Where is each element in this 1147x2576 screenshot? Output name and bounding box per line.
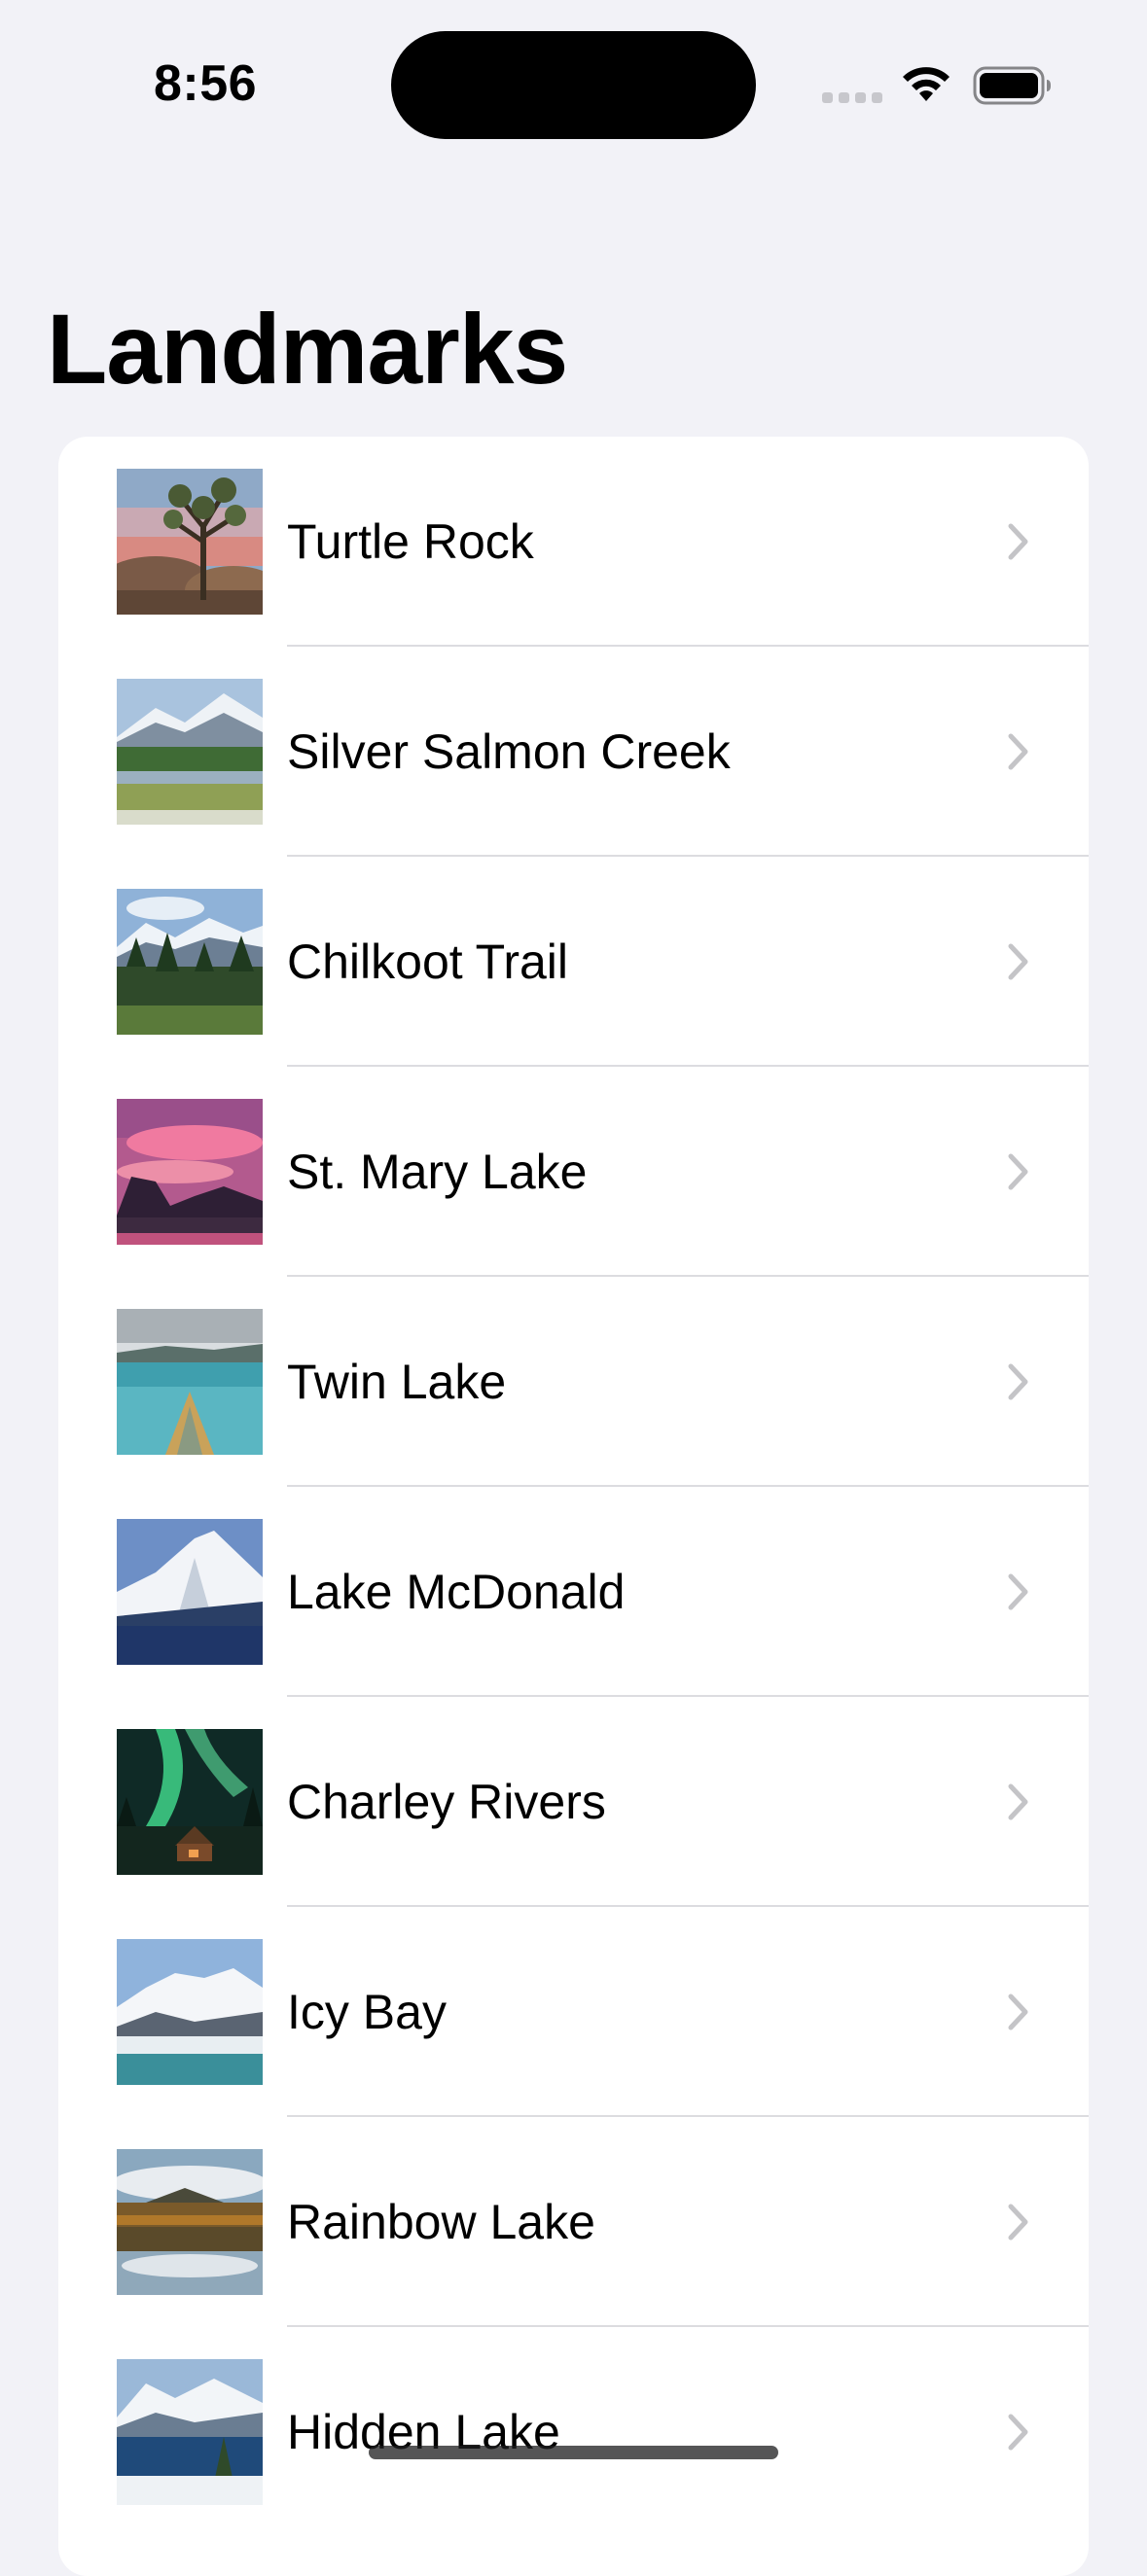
- landmark-name: Icy Bay: [287, 1985, 447, 2039]
- chevron-right-icon: [1008, 1153, 1028, 1190]
- mountain-forest-photo: [117, 889, 263, 1035]
- glacier-bay-photo: [117, 1939, 263, 2085]
- aurora-cabin-photo: [117, 1729, 263, 1875]
- landmark-name: Twin Lake: [287, 1355, 507, 1409]
- cellular-signal-icon: [822, 92, 882, 103]
- landmark-row-turtle-rock[interactable]: Turtle Rock: [58, 437, 1089, 647]
- landmark-row-silver-salmon-creek[interactable]: Silver Salmon Creek: [58, 647, 1089, 857]
- chevron-right-icon: [1008, 1994, 1028, 2030]
- chevron-right-icon: [1008, 943, 1028, 980]
- chevron-right-icon: [1008, 523, 1028, 560]
- chevron-right-icon: [1008, 1783, 1028, 1820]
- landmark-name: Turtle Rock: [287, 514, 534, 569]
- home-indicator[interactable]: [369, 2446, 778, 2459]
- chevron-right-icon: [1008, 2204, 1028, 2241]
- pink-sunset-lake-photo: [117, 1099, 263, 1245]
- chevron-right-icon: [1008, 1573, 1028, 1610]
- dynamic-island: [391, 31, 756, 139]
- landmark-name: Charley Rivers: [287, 1775, 606, 1829]
- landmark-name: Hidden Lake: [287, 2405, 560, 2459]
- landmark-list: Turtle Rock Silver Salmon Creek Chilkoot…: [58, 437, 1089, 2576]
- landmark-name: Lake McDonald: [287, 1565, 626, 1619]
- landmark-row-rainbow-lake[interactable]: Rainbow Lake: [58, 2117, 1089, 2327]
- landmark-row-charley-rivers[interactable]: Charley Rivers: [58, 1697, 1089, 1907]
- landmark-name: Silver Salmon Creek: [287, 724, 731, 779]
- landmark-row-chilkoot-trail[interactable]: Chilkoot Trail: [58, 857, 1089, 1067]
- landmark-row-twin-lake[interactable]: Twin Lake: [58, 1277, 1089, 1487]
- landmark-row-icy-bay[interactable]: Icy Bay: [58, 1907, 1089, 2117]
- landmark-name: Chilkoot Trail: [287, 935, 568, 989]
- chevron-right-icon: [1008, 2414, 1028, 2451]
- snowy-lake-tree-photo: [117, 2359, 263, 2505]
- forest-reflection-lake-photo: [117, 2149, 263, 2295]
- joshua-tree-desert-photo: [117, 469, 263, 615]
- kayak-lake-photo: [117, 1309, 263, 1455]
- landmark-name: St. Mary Lake: [287, 1145, 588, 1199]
- snow-peak-lake-photo: [117, 1519, 263, 1665]
- page-title: Landmarks: [47, 294, 568, 405]
- landmark-row-hidden-lake[interactable]: Hidden Lake: [58, 2327, 1089, 2537]
- battery-icon: [973, 66, 1051, 105]
- landmark-row-lake-mcdonald[interactable]: Lake McDonald: [58, 1487, 1089, 1697]
- wifi-icon: [903, 67, 950, 101]
- landmark-row-st-mary-lake[interactable]: St. Mary Lake: [58, 1067, 1089, 1277]
- status-time: 8:56: [154, 55, 258, 112]
- chevron-right-icon: [1008, 733, 1028, 770]
- snowy-mountain-meadow-photo: [117, 679, 263, 825]
- landmark-name: Rainbow Lake: [287, 2195, 595, 2249]
- chevron-right-icon: [1008, 1363, 1028, 1400]
